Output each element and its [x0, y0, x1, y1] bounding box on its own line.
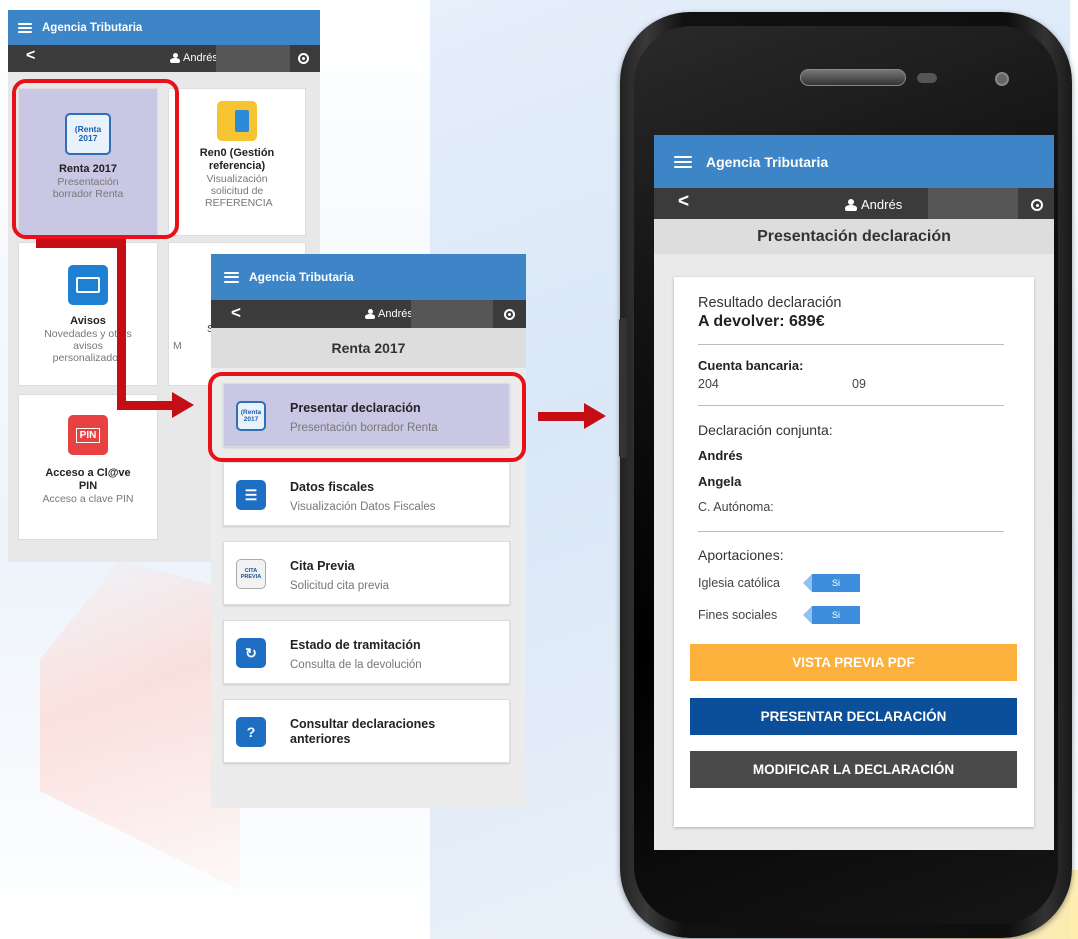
menu-item-title: Datos fiscales: [290, 480, 375, 494]
arrow-right-icon: [172, 392, 194, 418]
tile-subtitle: Visualización solicitud de REFERENCIA: [205, 173, 273, 209]
contributions-label: Aportaciones:: [698, 547, 784, 563]
app-bar: Agencia Tributaria: [8, 10, 320, 45]
hamburger-menu-icon[interactable]: [224, 271, 239, 283]
ren0-icon: [217, 101, 257, 141]
divider: [698, 344, 1004, 345]
person-icon: [365, 309, 375, 319]
back-arrow-icon[interactable]: <: [678, 191, 689, 213]
presentar-declaracion-button[interactable]: PRESENTAR DECLARACIÓN: [690, 698, 1017, 735]
connector-line: [36, 239, 126, 248]
joint-person-1: Andrés: [698, 448, 743, 463]
tile-ren0[interactable]: Ren0 (Gestión referencia) Visualización …: [168, 88, 306, 236]
menu-item-title: Consultar declaraciones anteriores: [290, 717, 436, 746]
page-title: Presentación declaración: [654, 219, 1054, 254]
joint-label: Declaración conjunta:: [698, 422, 833, 438]
joint-person-2: Angela: [698, 474, 742, 489]
vista-previa-pdf-button[interactable]: VISTA PREVIA PDF: [690, 644, 1017, 681]
app-bar: Agencia Tributaria: [654, 135, 1054, 188]
result-value: A devolver: 689€: [698, 313, 825, 330]
tile-clave-pin[interactable]: PIN Acceso a Cl@ve PIN Acceso a clave PI…: [18, 394, 158, 540]
background-red-shape: [40, 560, 240, 890]
app-title: Agencia Tributaria: [42, 21, 143, 34]
arrow-right-icon: [584, 403, 606, 429]
proximity-sensor: [917, 73, 937, 83]
contribution-iglesia-toggle[interactable]: Si: [803, 574, 860, 592]
question-document-icon: ?: [236, 717, 266, 747]
app-title: Agencia Tributaria: [249, 270, 354, 284]
autonomy-label: C. Autónoma:: [698, 500, 774, 514]
renta-menu-screen: Agencia Tributaria < Andrés Renta 2017 (…: [211, 254, 526, 808]
result-label: Resultado declaración: [698, 295, 842, 311]
user-name: Andrés: [845, 197, 902, 212]
tile-subtitle: Acceso a clave PIN: [42, 493, 134, 505]
eye-icon[interactable]: [504, 309, 515, 320]
user-name: Andrés: [365, 308, 413, 320]
menu-item-estado-tramitacion[interactable]: ↻ Estado de tramitación Consulta de la d…: [223, 620, 510, 684]
user-bar: < Andrés: [8, 45, 320, 72]
menu-item-subtitle: Consulta de la devolución: [290, 659, 422, 671]
cita-previa-icon: CITA PREVIA: [236, 559, 266, 589]
bank-label: Cuenta bancaria:: [698, 358, 804, 373]
menu-item-subtitle: Visualización Datos Fiscales: [290, 501, 436, 513]
menu-item-title: Cita Previa: [290, 559, 355, 573]
bank-account-start: 204: [698, 377, 719, 391]
contribution-iglesia-label: Iglesia católica: [698, 576, 780, 590]
back-arrow-icon[interactable]: <: [231, 303, 241, 323]
user-name: Andrés: [170, 52, 218, 64]
page-title: Renta 2017: [211, 328, 526, 368]
contribution-fines-label: Fines sociales: [698, 608, 778, 622]
bank-account-end: 09: [852, 377, 866, 391]
tile-title: Ren0 (Gestión referencia): [199, 147, 275, 172]
user-bar: < Andrés: [211, 300, 526, 328]
eye-icon[interactable]: [1031, 199, 1043, 211]
tile-partial-text: M: [173, 340, 182, 352]
tile-title: Avisos: [70, 315, 106, 327]
user-bar: < Andrés: [654, 188, 1054, 219]
tile-subtitle: Novedades y otros avisos personalizados: [44, 328, 132, 364]
redaction-block: [928, 188, 1018, 219]
menu-item-title: Estado de tramitación: [290, 638, 421, 652]
modificar-declaracion-button[interactable]: MODIFICAR LA DECLARACIÓN: [690, 751, 1017, 788]
phone-side-button: [619, 318, 627, 458]
highlight-presentar-item: [208, 372, 526, 462]
highlight-renta-tile: [12, 79, 179, 239]
redaction-block: [216, 45, 290, 72]
connector-line: [538, 412, 586, 421]
person-icon: [845, 198, 857, 211]
front-camera-icon: [995, 72, 1009, 86]
person-icon: [170, 53, 180, 63]
back-arrow-icon[interactable]: <: [26, 47, 35, 65]
connector-line: [117, 401, 175, 410]
menu-item-subtitle: Solicitud cita previa: [290, 580, 390, 592]
menu-item-datos-fiscales[interactable]: ☰ Datos fiscales Visualización Datos Fis…: [223, 462, 510, 526]
declaration-card: Resultado declaración A devolver: 689€ C…: [674, 277, 1034, 827]
app-title: Agencia Tributaria: [706, 153, 829, 170]
presentacion-declaracion-screen: Agencia Tributaria < Andrés Presentación…: [654, 135, 1054, 850]
connector-line: [117, 239, 126, 410]
contribution-fines-toggle[interactable]: Si: [803, 606, 860, 624]
speaker-grille: [800, 69, 906, 86]
list-document-icon: ☰: [236, 480, 266, 510]
clave-pin-icon: PIN: [68, 415, 108, 455]
menu-item-cita-previa[interactable]: CITA PREVIA Cita Previa Solicitud cita p…: [223, 541, 510, 605]
divider: [698, 405, 1004, 406]
app-bar: Agencia Tributaria: [211, 254, 526, 300]
divider: [698, 531, 1004, 532]
eye-icon[interactable]: [298, 53, 309, 64]
redaction-block: [411, 300, 493, 328]
refresh-arrows-icon: ↻: [236, 638, 266, 668]
hamburger-menu-icon[interactable]: [674, 155, 692, 168]
tile-avisos[interactable]: Avisos Novedades y otros avisos personal…: [18, 242, 158, 386]
menu-item-consultar-declaraciones[interactable]: ? Consultar declaraciones anteriores: [223, 699, 510, 763]
tile-title: Acceso a Cl@ve PIN: [45, 467, 131, 492]
hamburger-menu-icon[interactable]: [18, 22, 32, 33]
envelope-icon: [68, 265, 108, 305]
